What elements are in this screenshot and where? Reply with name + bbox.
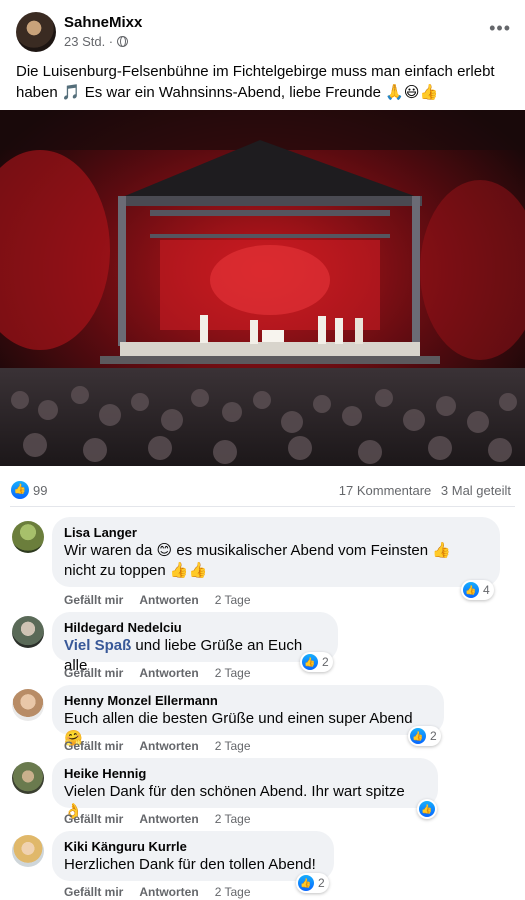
comment-reactions-count: 2 [318, 876, 325, 890]
post-text: Die Luisenburg-Felsenbühne im Fichtelgeb… [16, 63, 495, 101]
comment-reactions[interactable]: 👍 2 [300, 652, 333, 672]
comment-item: Hildegard Nedelciu Viel Spaß und liebe G… [0, 612, 525, 680]
facebook-post: SahneMixx 23 Std. · ••• Die Luisenburg-F… [0, 0, 525, 900]
like-comment-button[interactable]: Gefällt mir [64, 812, 123, 826]
reply-button[interactable]: Antworten [139, 885, 198, 899]
comment-bubble: Hildegard Nedelciu Viel Spaß und liebe G… [52, 612, 338, 674]
comment-time[interactable]: 2 Tage [215, 812, 251, 826]
reply-button[interactable]: Antworten [139, 666, 198, 680]
like-reaction-icon: 👍 [463, 582, 479, 598]
comment-reactions[interactable]: 👍 2 [296, 873, 329, 893]
comment-actions: Gefällt mir Antworten 2 Tage [64, 666, 251, 680]
like-comment-button[interactable]: Gefällt mir [64, 666, 123, 680]
commenter-name[interactable]: Henny Monzel Ellermann [64, 693, 432, 709]
like-reaction-icon[interactable]: 👍 [11, 481, 29, 499]
post-counts: 17 Kommentare 3 Mal geteilt [339, 483, 511, 498]
comments-count[interactable]: 17 Kommentare [339, 483, 432, 498]
comment-text: Wir waren da 😊 es musikalischer Abend vo… [64, 542, 451, 559]
comment-bubble: Heike Hennig Vielen Dank für den schönen… [52, 758, 438, 820]
comment-reactions[interactable]: 👍 [417, 799, 437, 819]
comment-bubble: Lisa Langer Wir waren da 😊 es musikalisc… [52, 517, 500, 587]
globe-icon [117, 36, 129, 47]
comment-bubble: Kiki Känguru Kurrle Herzlichen Dank für … [52, 831, 334, 881]
post-header: SahneMixx 23 Std. · ••• [0, 0, 525, 56]
comment-actions: Gefällt mir Antworten 2 Tage [64, 739, 251, 753]
author-name[interactable]: SahneMixx [64, 14, 142, 31]
comment-time[interactable]: 2 Tage [215, 666, 251, 680]
commenter-avatar[interactable] [12, 835, 44, 867]
comment-text: Herzlichen Dank für den tollen Abend! [64, 856, 316, 873]
commenter-avatar[interactable] [12, 616, 44, 648]
commenter-avatar[interactable] [12, 689, 44, 721]
commenter-name[interactable]: Kiki Känguru Kurrle [64, 839, 322, 855]
comment-reactions-count: 4 [483, 583, 490, 597]
commenter-name[interactable]: Hildegard Nedelciu [64, 620, 326, 636]
reactions-count[interactable]: 99 [33, 483, 47, 498]
like-comment-button[interactable]: Gefällt mir [64, 593, 123, 607]
shares-count[interactable]: 3 Mal geteilt [441, 483, 511, 498]
like-comment-button[interactable]: Gefällt mir [64, 739, 123, 753]
comment-reactions[interactable]: 👍 4 [461, 580, 494, 600]
comment-time[interactable]: 2 Tage [215, 739, 251, 753]
comment-item: Kiki Känguru Kurrle Herzlichen Dank für … [0, 831, 525, 900]
like-comment-button[interactable]: Gefällt mir [64, 885, 123, 899]
comment-actions: Gefällt mir Antworten 2 Tage [64, 593, 251, 607]
reply-button[interactable]: Antworten [139, 593, 198, 607]
like-reaction-icon: 👍 [298, 875, 314, 891]
like-reaction-icon: 👍 [410, 728, 426, 744]
comment-item: Henny Monzel Ellermann Euch allen die be… [0, 685, 525, 753]
commenter-avatar[interactable] [12, 521, 44, 553]
stats-divider [10, 506, 515, 507]
author-avatar[interactable] [16, 12, 56, 52]
more-options-icon[interactable]: ••• [489, 18, 511, 39]
comment-actions: Gefällt mir Antworten 2 Tage [64, 885, 251, 899]
comment-time[interactable]: 2 Tage [215, 885, 251, 899]
comment-reactions[interactable]: 👍 2 [408, 726, 441, 746]
commenter-name[interactable]: Heike Hennig [64, 766, 426, 782]
post-photo[interactable] [0, 110, 525, 466]
comment-actions: Gefällt mir Antworten 2 Tage [64, 812, 251, 826]
commenter-name[interactable]: Lisa Langer [64, 525, 488, 541]
like-reaction-icon: 👍 [302, 654, 318, 670]
reply-button[interactable]: Antworten [139, 739, 198, 753]
comment-item: Lisa Langer Wir waren da 😊 es musikalisc… [0, 517, 525, 607]
post-time[interactable]: 23 Std. · [64, 34, 113, 49]
comment-text-line2: nicht zu toppen 👍👍 [64, 562, 208, 579]
commenter-avatar[interactable] [12, 762, 44, 794]
reply-button[interactable]: Antworten [139, 812, 198, 826]
comment-bubble: Henny Monzel Ellermann Euch allen die be… [52, 685, 444, 747]
comment-item: Heike Hennig Vielen Dank für den schönen… [0, 758, 525, 826]
post-meta: 23 Std. · [64, 34, 129, 49]
comment-time[interactable]: 2 Tage [215, 593, 251, 607]
post-stats: 👍 99 17 Kommentare 3 Mal geteilt [0, 476, 525, 504]
comment-reactions-count: 2 [322, 655, 329, 669]
comment-reactions-count: 2 [430, 729, 437, 743]
like-reaction-icon: 👍 [419, 801, 435, 817]
comment-link[interactable]: Viel Spaß [64, 637, 131, 654]
